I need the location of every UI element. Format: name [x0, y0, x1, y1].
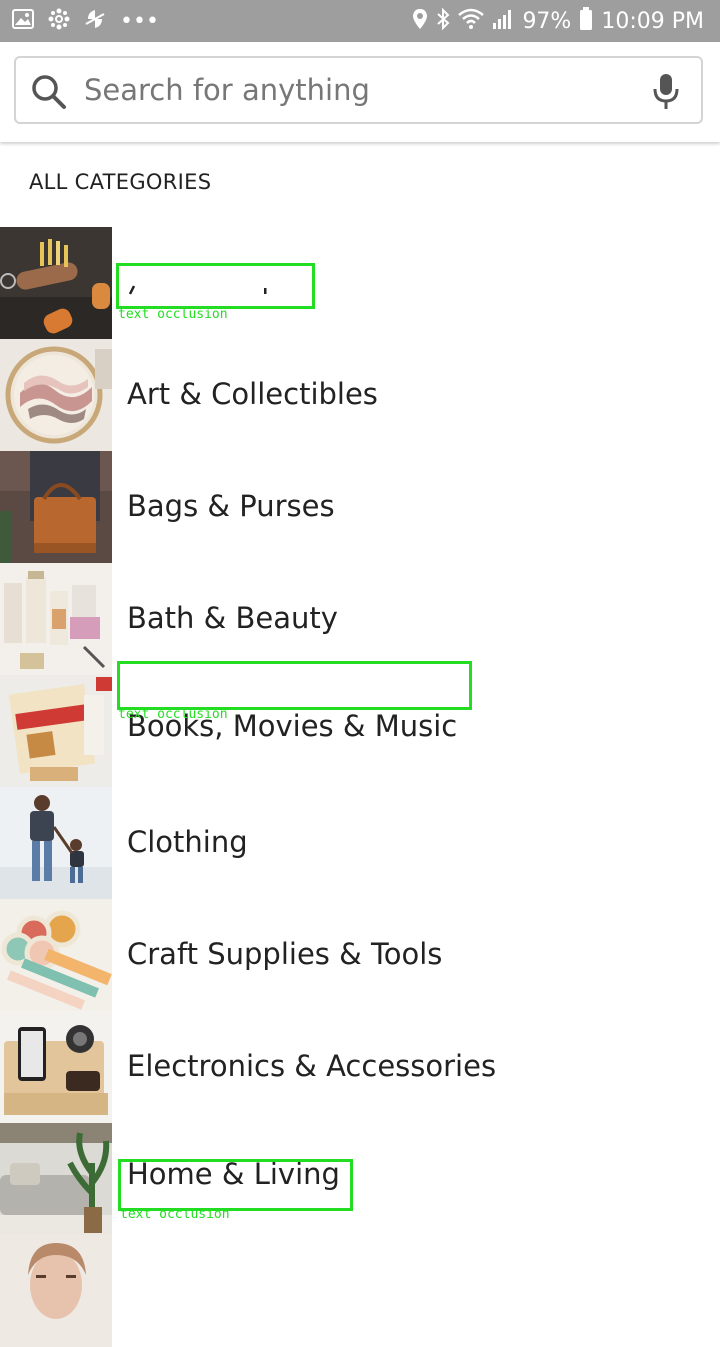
category-row[interactable]: text occlusion: [0, 227, 720, 339]
category-label: Electronics & Accessories: [127, 1049, 497, 1083]
occlusion-box: [118, 1159, 353, 1211]
search-bar-container: [0, 42, 720, 142]
category-row[interactable]: Bags & Purses: [0, 451, 720, 563]
pinwheel-icon: [48, 8, 70, 34]
location-icon: [412, 8, 428, 34]
category-thumbnail: [0, 1123, 112, 1235]
search-box[interactable]: [14, 56, 703, 124]
occlusion-tag: text occlusion: [118, 707, 228, 722]
category-label: Clothing: [127, 825, 248, 859]
category-list: text occlusion Art & Collectibles Bags &…: [0, 227, 720, 1347]
battery-icon: [579, 7, 593, 35]
category-row[interactable]: Home & Living text occlusion: [0, 1123, 720, 1235]
wifi-icon: [458, 8, 485, 34]
signal-icon: [492, 8, 514, 34]
category-label: Bath & Beauty: [127, 601, 338, 635]
category-thumbnail: [0, 227, 112, 339]
category-row[interactable]: Art & Collectibles: [0, 339, 720, 451]
category-thumbnail: [0, 787, 112, 899]
category-row[interactable]: [0, 1235, 720, 1347]
category-thumbnail: [0, 1235, 112, 1347]
clock: 10:09 PM: [601, 8, 704, 34]
bluetooth-icon: [436, 7, 450, 35]
status-bar: ••• 97% 10:09 PM: [0, 0, 720, 42]
category-label: Art & Collectibles: [127, 377, 378, 411]
microphone-icon[interactable]: [651, 73, 681, 111]
status-bar-system: 97% 10:09 PM: [412, 6, 704, 36]
category-label: Craft Supplies & Tools: [127, 937, 443, 971]
search-icon[interactable]: [30, 73, 68, 111]
category-thumbnail: [0, 563, 112, 675]
category-thumbnail: [0, 1011, 112, 1123]
battery-percent: 97%: [522, 8, 572, 34]
category-thumbnail: [0, 899, 112, 1011]
category-thumbnail: [0, 675, 112, 787]
category-label: Bags & Purses: [127, 489, 335, 523]
image-icon: [12, 9, 34, 33]
occlusion-box: [117, 661, 472, 710]
category-row[interactable]: Craft Supplies & Tools: [0, 899, 720, 1011]
occlusion-box: [116, 263, 315, 309]
category-row[interactable]: Books, Movies & Music text occlusion: [0, 661, 720, 787]
category-thumbnail: [0, 451, 112, 563]
overflow-dots: •••: [120, 8, 159, 34]
sync-icon: [84, 8, 106, 34]
occlusion-tag: text occlusion: [118, 307, 228, 322]
status-bar-notifications: •••: [12, 8, 159, 34]
search-input[interactable]: [84, 68, 624, 112]
category-row[interactable]: Bath & Beauty: [0, 563, 720, 675]
category-row[interactable]: Clothing: [0, 787, 720, 899]
category-thumbnail: [0, 339, 112, 451]
occlusion-tag: text occlusion: [120, 1207, 230, 1222]
category-row[interactable]: Electronics & Accessories: [0, 1011, 720, 1123]
section-title: ALL CATEGORIES: [29, 170, 212, 194]
